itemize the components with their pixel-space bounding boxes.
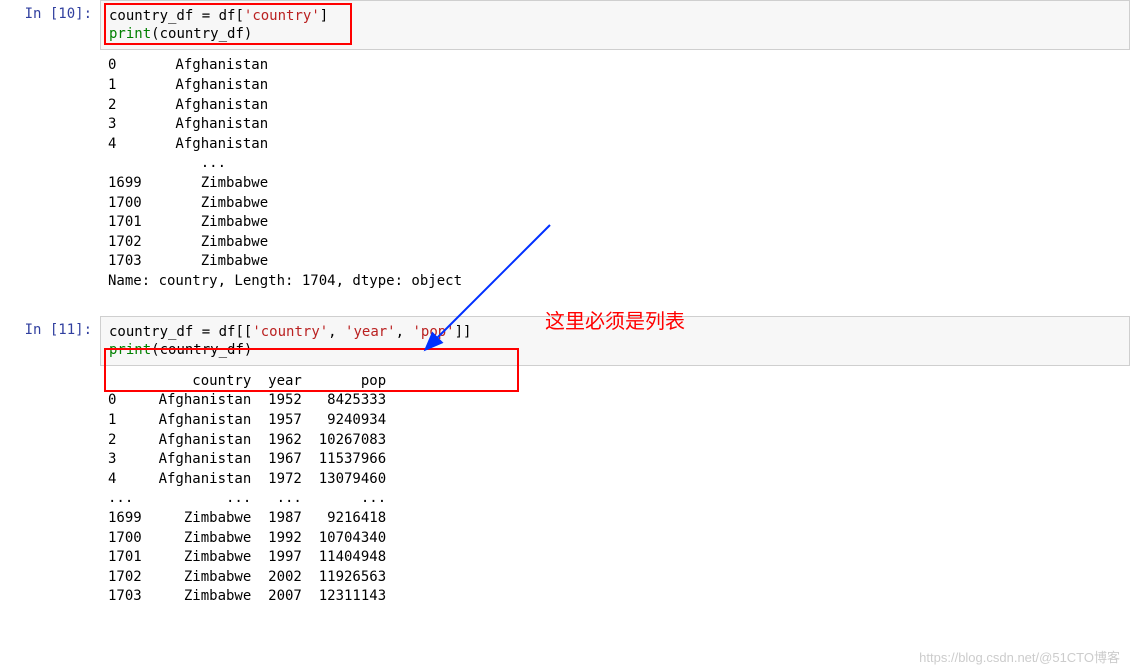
code-input-10[interactable]: country_df = df['country'] print(country… <box>100 0 1130 50</box>
output-cell-10: 0 Afghanistan 1 Afghanistan 2 Afghanista… <box>0 50 1130 297</box>
output-cell-11: country year pop 0 Afghanistan 1952 8425… <box>0 366 1130 613</box>
prompt-in-10: In [10]: <box>0 0 100 22</box>
annotation-text: 这里必须是列表 <box>545 305 685 334</box>
prompt-out-10 <box>0 50 100 56</box>
watermark: https://blog.csdn.net/@51CTO博客 <box>919 647 1120 666</box>
prompt-in-11: In [11]: <box>0 316 100 338</box>
input-cell-10: In [10]: country_df = df['country'] prin… <box>0 0 1130 50</box>
prompt-out-11 <box>0 366 100 372</box>
code-output-11: country year pop 0 Afghanistan 1952 8425… <box>100 366 1130 613</box>
code-output-10: 0 Afghanistan 1 Afghanistan 2 Afghanista… <box>100 50 1130 297</box>
